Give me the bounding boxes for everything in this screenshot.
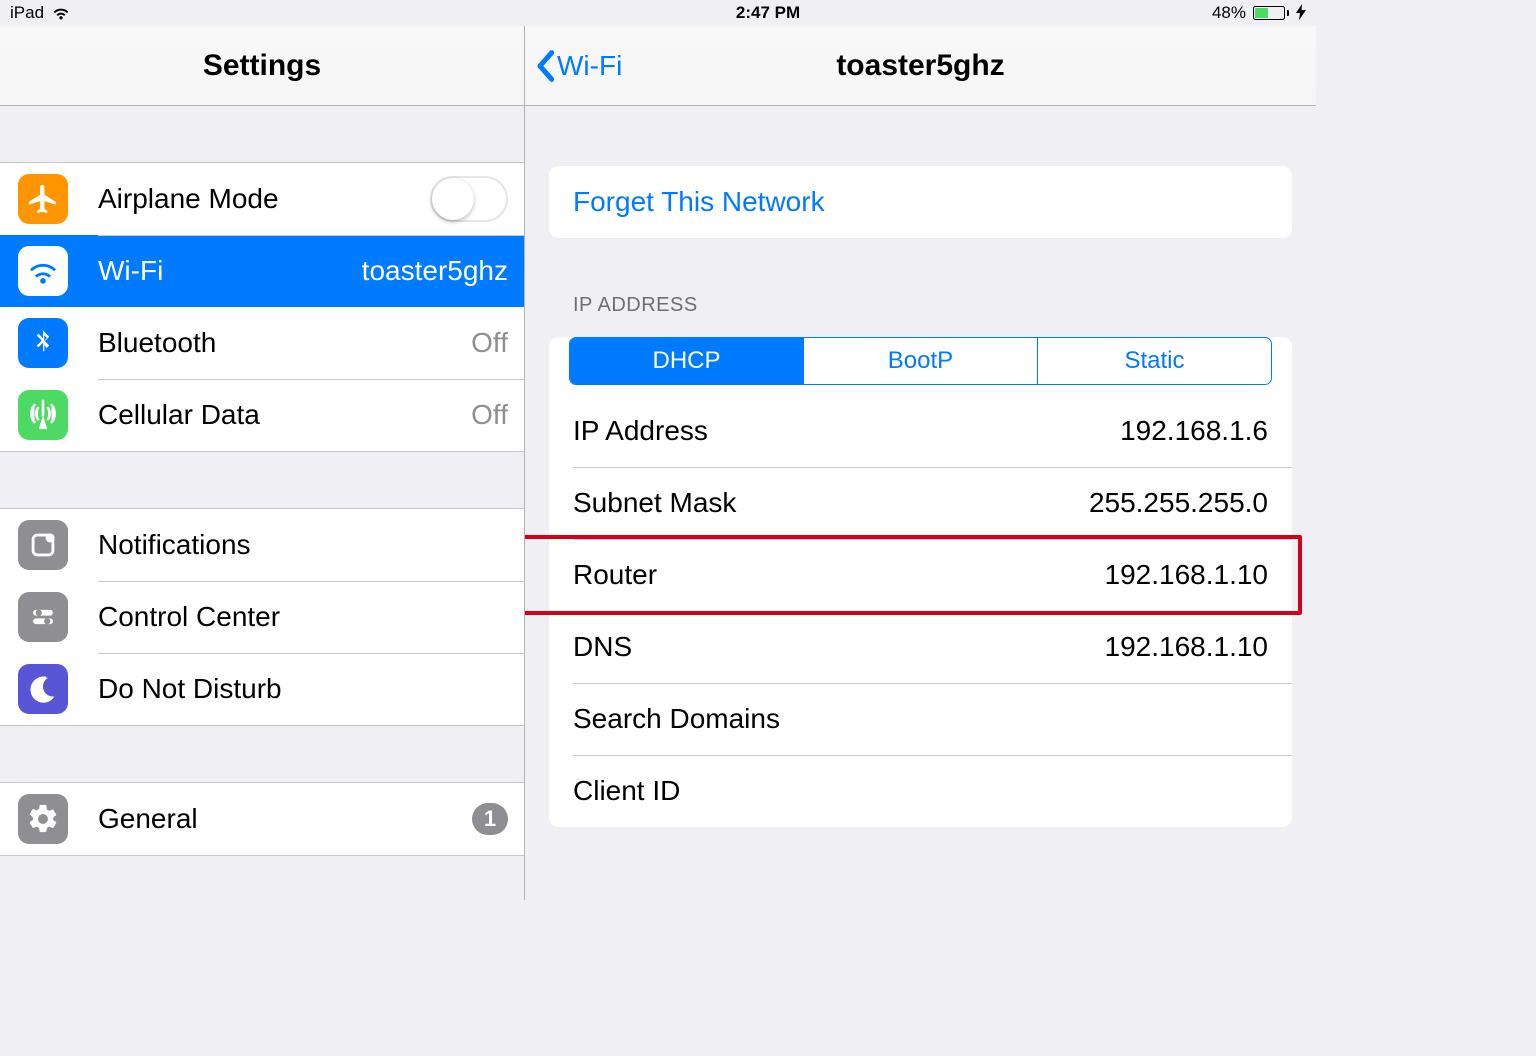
cellular-value: Off <box>471 399 508 431</box>
kv-key: Router <box>573 559 657 591</box>
sidebar-item-notifications[interactable]: Notifications <box>0 509 524 581</box>
kv-row-ip-address[interactable]: IP Address 192.168.1.6 <box>549 395 1292 467</box>
sidebar-item-label: Bluetooth <box>98 327 471 359</box>
airplane-toggle[interactable] <box>430 176 508 222</box>
kv-row-search-domains[interactable]: Search Domains <box>549 683 1292 755</box>
ip-address-section-header: IP ADDRESS <box>573 294 1292 317</box>
sidebar-title: Settings <box>203 49 321 83</box>
kv-row-subnet-mask[interactable]: Subnet Mask 255.255.255.0 <box>549 467 1292 539</box>
sidebar-item-wifi[interactable]: Wi-Fi toaster5ghz <box>0 235 524 307</box>
status-bar: iPad 2:47 PM 48% <box>0 0 1316 26</box>
detail-navbar: Wi-Fi toaster5ghz <box>525 26 1316 106</box>
notifications-icon <box>18 520 68 570</box>
sidebar-item-general[interactable]: General 1 <box>0 783 524 855</box>
device-label: iPad <box>10 3 44 23</box>
airplane-icon <box>18 174 68 224</box>
kv-key: IP Address <box>573 415 708 447</box>
sidebar-group-attention: Notifications Control Center <box>0 508 524 726</box>
charging-icon <box>1296 4 1306 23</box>
forget-network-link[interactable]: Forget This Network <box>573 186 825 218</box>
ip-mode-segmented[interactable]: DHCP BootP Static <box>569 337 1272 385</box>
sidebar-item-label: Notifications <box>98 529 508 561</box>
sidebar-group-connectivity: Airplane Mode Wi-Fi toaster5ghz <box>0 162 524 452</box>
bluetooth-icon <box>18 318 68 368</box>
wifi-icon <box>18 246 68 296</box>
gear-icon <box>18 794 68 844</box>
bluetooth-value: Off <box>471 327 508 359</box>
sidebar-item-airplane-mode[interactable]: Airplane Mode <box>0 163 524 235</box>
kv-key: Subnet Mask <box>573 487 736 519</box>
detail-pane: Wi-Fi toaster5ghz Forget This Network IP… <box>525 26 1316 900</box>
kv-key: Search Domains <box>573 703 780 735</box>
cellular-icon <box>18 390 68 440</box>
segment-dhcp[interactable]: DHCP <box>570 338 803 384</box>
sidebar-item-label: Do Not Disturb <box>98 673 508 705</box>
sidebar-item-label: Control Center <box>98 601 508 633</box>
general-badge: 1 <box>472 803 508 835</box>
back-label: Wi-Fi <box>557 50 622 82</box>
kv-key: Client ID <box>573 775 680 807</box>
wifi-network-value: toaster5ghz <box>362 255 508 287</box>
settings-sidebar: Settings Airplane Mode <box>0 26 525 900</box>
battery-percent: 48% <box>1212 3 1246 23</box>
sidebar-item-bluetooth[interactable]: Bluetooth Off <box>0 307 524 379</box>
sidebar-item-label: Cellular Data <box>98 399 471 431</box>
kv-row-client-id[interactable]: Client ID <box>549 755 1292 827</box>
kv-row-router[interactable]: Router 192.168.1.10 <box>549 539 1292 611</box>
kv-value: 255.255.255.0 <box>1089 487 1268 519</box>
sidebar-item-label: Wi-Fi <box>98 255 362 287</box>
sidebar-navbar: Settings <box>0 26 524 106</box>
kv-value: 192.168.1.10 <box>1105 559 1269 591</box>
sidebar-item-label: General <box>98 803 472 835</box>
sidebar-item-label: Airplane Mode <box>98 183 430 215</box>
sidebar-item-do-not-disturb[interactable]: Do Not Disturb <box>0 653 524 725</box>
sidebar-item-cellular-data[interactable]: Cellular Data Off <box>0 379 524 451</box>
segment-bootp[interactable]: BootP <box>803 338 1037 384</box>
moon-icon <box>18 664 68 714</box>
kv-key: DNS <box>573 631 632 663</box>
forget-network-card[interactable]: Forget This Network <box>549 166 1292 238</box>
segment-static[interactable]: Static <box>1037 338 1271 384</box>
kv-row-dns[interactable]: DNS 192.168.1.10 <box>549 611 1292 683</box>
control-center-icon <box>18 592 68 642</box>
sidebar-group-general: General 1 <box>0 782 524 856</box>
kv-value: 192.168.1.10 <box>1105 631 1269 663</box>
sidebar-item-control-center[interactable]: Control Center <box>0 581 524 653</box>
clock: 2:47 PM <box>736 3 800 23</box>
back-button[interactable]: Wi-Fi <box>535 26 622 105</box>
ip-config-card: DHCP BootP Static IP Address 192.168.1.6 S… <box>549 337 1292 827</box>
kv-value: 192.168.1.6 <box>1120 415 1268 447</box>
battery-icon <box>1253 6 1289 20</box>
wifi-status-icon <box>51 6 71 20</box>
detail-title: toaster5ghz <box>836 49 1004 83</box>
